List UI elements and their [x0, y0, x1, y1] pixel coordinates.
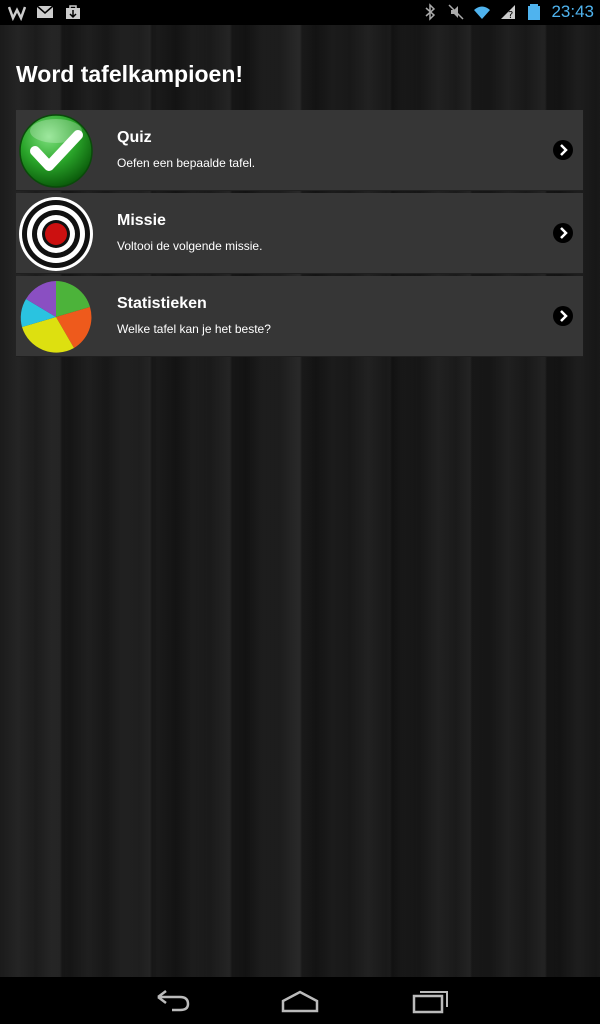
home-icon[interactable]	[280, 987, 320, 1015]
back-icon[interactable]	[152, 987, 192, 1015]
bluetooth-icon	[425, 3, 436, 21]
menu-item-subtitle: Welke tafel kan je het beste?	[117, 322, 271, 336]
menu-item-missie[interactable]: Missie Voltooi de volgende missie.	[16, 193, 583, 274]
chevron-right-icon[interactable]	[553, 140, 573, 160]
battery-icon	[528, 4, 541, 20]
page-title: Word tafelkampioen!	[16, 61, 244, 87]
menu-item-title: Missie	[117, 212, 166, 229]
pie-chart-icon	[20, 281, 92, 353]
green-checkmark-icon	[19, 114, 93, 188]
menu-item-title: Quiz	[117, 129, 152, 146]
main-menu: Quiz Oefen een bepaalde tafel. Missie Vo…	[16, 110, 583, 359]
no-signal-icon: ?	[501, 5, 516, 21]
menu-item-subtitle: Oefen een bepaalde tafel.	[117, 156, 256, 170]
menu-item-quiz[interactable]: Quiz Oefen een bepaalde tafel.	[16, 110, 583, 191]
menu-item-subtitle: Voltooi de volgende missie.	[117, 239, 263, 253]
chevron-right-icon[interactable]	[553, 306, 573, 326]
w-app-icon	[8, 6, 26, 21]
clock: 23:43	[551, 2, 594, 21]
menu-item-statistieken[interactable]: Statistieken Welke tafel kan je het best…	[16, 276, 583, 357]
target-icon	[19, 197, 93, 271]
status-bar: ? 23:43	[0, 0, 600, 25]
svg-text:?: ?	[508, 10, 513, 21]
recent-apps-icon[interactable]	[410, 987, 450, 1015]
menu-item-title: Statistieken	[117, 295, 207, 312]
mute-icon	[448, 4, 464, 20]
navigation-bar	[0, 977, 600, 1024]
gmail-icon	[36, 5, 54, 18]
chevron-right-icon[interactable]	[553, 223, 573, 243]
shopping-bag-icon	[66, 5, 80, 19]
wifi-icon	[474, 6, 491, 19]
